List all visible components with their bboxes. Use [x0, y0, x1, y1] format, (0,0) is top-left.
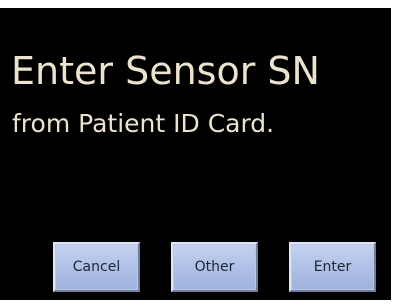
- device-frame: Enter Sensor SN from Patient ID Card. Ca…: [0, 0, 403, 306]
- other-button[interactable]: Other: [171, 242, 258, 292]
- enter-button[interactable]: Enter: [289, 242, 376, 292]
- touch-screen: Enter Sensor SN from Patient ID Card. Ca…: [0, 8, 391, 300]
- prompt-subtitle: from Patient ID Card.: [12, 109, 275, 138]
- prompt-title: Enter Sensor SN: [11, 49, 320, 93]
- cancel-button[interactable]: Cancel: [53, 242, 140, 292]
